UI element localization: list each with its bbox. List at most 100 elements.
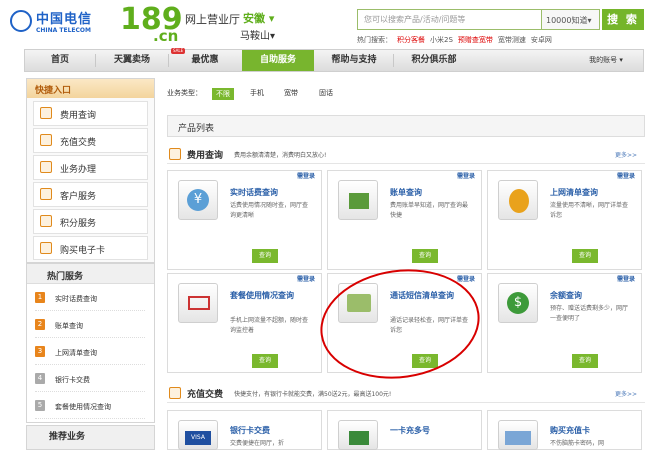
card-title[interactable]: 套餐使用情况查询 xyxy=(230,290,310,301)
cart-icon xyxy=(178,283,218,323)
card-title[interactable]: 银行卡交费 xyxy=(230,425,270,436)
quick-entry-title: 快捷入口 xyxy=(27,79,154,98)
quick-recharge[interactable]: 充值交费 xyxy=(33,128,148,153)
hot-services-title: 热门服务 xyxy=(27,264,154,284)
filter-option-mobile[interactable]: 手机 xyxy=(250,88,264,98)
quick-fee-query[interactable]: 费用查询 xyxy=(33,101,148,126)
quick-entry-panel: 快捷入口 费用查询 充值交费 业务办理 客户服务 积分服务 购买电子卡 xyxy=(26,78,155,263)
hot-service-label: 实时话费查询 xyxy=(55,295,97,303)
login-required: 需登录 xyxy=(296,276,315,283)
rank-5-icon: 5 xyxy=(35,400,45,411)
card-balance: $ 需登录 余额查询 预存、赠送话费剩多少，网厅一查便明了 查询 xyxy=(487,273,642,373)
quick-item-label: 购买电子卡 xyxy=(60,246,106,256)
section-title: 费用查询 xyxy=(187,151,224,161)
quick-item-label: 业务办理 xyxy=(60,165,97,175)
visa-card-icon: VISA xyxy=(178,420,218,450)
card-title[interactable]: 账单查询 xyxy=(390,187,422,198)
more-link[interactable]: 更多>> xyxy=(615,150,637,159)
recharge-section-header: 充值交费 快捷支付，有银行卡就能交费，满50送2元，最高送100元! 更多>> xyxy=(167,387,645,403)
card-desc: 预存、赠送话费剩多少，网厅一查便明了 xyxy=(550,305,629,322)
login-required: 需登录 xyxy=(456,276,475,283)
query-button[interactable]: 查询 xyxy=(252,249,278,263)
card-multi-number: 一卡充多号 xyxy=(327,410,482,450)
card-desc: 手机上网流量不超额，随时查询监控着 xyxy=(230,317,309,334)
card-desc: 交费便捷在网厅，折 xyxy=(230,440,285,447)
query-button[interactable]: 查询 xyxy=(412,249,438,263)
search-button[interactable]: 搜 索 xyxy=(602,9,644,30)
hot-service-item[interactable]: 4 银行卡交费 xyxy=(35,367,145,392)
rank-4-icon: 4 xyxy=(35,373,45,384)
card-bank-card-pay: VISA 银行卡交费 交费便捷在网厅，折 xyxy=(167,410,322,450)
card-title[interactable]: 一卡充多号 xyxy=(390,425,430,436)
quick-item-label: 充值交费 xyxy=(60,138,97,148)
card-desc: 费用账单早知道，网厅查询最快捷 xyxy=(390,202,469,219)
quick-item-label: 客户服务 xyxy=(60,192,97,202)
section-title: 充值交费 xyxy=(187,390,224,400)
nav-self-service[interactable]: 自助服务 xyxy=(242,50,314,71)
hot-service-label: 银行卡交费 xyxy=(55,376,90,384)
nav-home[interactable]: 首页 xyxy=(25,50,95,71)
quick-business[interactable]: 业务办理 xyxy=(33,155,148,180)
quick-customer-service[interactable]: 客户服务 xyxy=(33,182,148,207)
hot-service-item[interactable]: 1 实时话费查询 xyxy=(35,286,145,311)
hot-search-link[interactable]: 积分客餐 xyxy=(397,36,425,44)
more-link[interactable]: 更多>> xyxy=(615,389,637,398)
query-button[interactable]: 查询 xyxy=(572,249,598,263)
rank-1-icon: 1 xyxy=(35,292,45,303)
nav-help[interactable]: 帮助与支持 xyxy=(315,50,393,71)
city-selector[interactable]: 马鞍山▾ xyxy=(240,27,275,42)
query-button[interactable]: 查询 xyxy=(572,354,598,368)
logo-english-text: CHINA TELECOM xyxy=(36,27,91,34)
login-required: 需登录 xyxy=(296,173,315,180)
hot-service-item[interactable]: 2 账单查询 xyxy=(35,313,145,338)
card-title[interactable]: 上网清单查询 xyxy=(550,187,598,198)
search-scope-select[interactable]: 10000知道▾ xyxy=(542,9,600,30)
card-bill: 需登录 账单查询 费用账单早知道，网厅查询最快捷 查询 xyxy=(327,170,482,270)
filter-option-all[interactable]: 不限 xyxy=(212,88,234,100)
card-title[interactable]: 实时话费查询 xyxy=(230,187,278,198)
quick-buy-ecard[interactable]: 购买电子卡 xyxy=(33,236,148,260)
query-button[interactable]: 查询 xyxy=(252,354,278,368)
account-menu[interactable]: 我的账号 ▾ xyxy=(573,50,639,71)
bill-icon xyxy=(338,180,378,220)
card-package-usage: 需登录 套餐使用情况查询 手机上网流量不超额，随时查询监控着 查询 xyxy=(167,273,322,373)
fee-icon xyxy=(40,107,52,119)
business-icon xyxy=(40,161,52,173)
nav-deals[interactable]: 最优惠 xyxy=(169,50,241,71)
rank-3-icon: 3 xyxy=(35,346,45,357)
recharge-card-icon xyxy=(498,420,538,450)
filter-label: 业务类型： xyxy=(167,89,202,97)
card-realtime-fee: ¥ 需登录 实时话费查询 话费使用情况随时查，网厅查询更清晰 查询 xyxy=(167,170,322,270)
recharge-icon xyxy=(40,134,52,146)
filter-option-landline[interactable]: 固话 xyxy=(319,88,333,98)
recommend-title: 推荐业务 xyxy=(26,425,155,450)
nav-store[interactable]: 天翼卖场 xyxy=(96,50,168,71)
search-input[interactable]: 您可以搜索产品/活动/问题等 xyxy=(357,9,542,30)
recharge-section-icon xyxy=(169,387,181,399)
hot-search-label: 热门搜索： xyxy=(357,36,392,44)
quick-item-label: 积分服务 xyxy=(60,219,97,229)
fee-query-section-header: 费用查询 费用余额清清楚，消费明白又放心! 更多>> xyxy=(167,148,645,164)
hot-service-label: 上网清单查询 xyxy=(55,349,97,357)
card-title[interactable]: 购买充值卡 xyxy=(550,425,590,436)
hot-service-label: 套餐使用情况查询 xyxy=(55,403,111,411)
card-desc: 流量使用不清晰，网厅详单查诉您 xyxy=(550,202,629,219)
hot-search-link[interactable]: 宽带测速 xyxy=(498,36,526,44)
hot-service-item[interactable]: 5 套餐使用情况查询 xyxy=(35,394,145,419)
section-desc: 费用余额清清楚，消费明白又放心! xyxy=(234,152,327,159)
hot-search-link[interactable]: 预赠查宽带 xyxy=(458,36,493,44)
hot-search-link[interactable]: 小米2S xyxy=(430,36,453,44)
hall-title: 网上营业厅 xyxy=(185,13,240,26)
hot-service-item[interactable]: 3 上网清单查询 xyxy=(35,340,145,365)
fee-section-icon xyxy=(169,148,181,160)
card-desc: 话费使用情况随时查，网厅查询更清晰 xyxy=(230,202,309,219)
main-nav: 首页 天翼卖场 SALE 最优惠 自助服务 帮助与支持 积分俱乐部 我的账号 ▾ xyxy=(24,48,644,72)
hot-service-label: 账单查询 xyxy=(55,322,83,330)
quick-points[interactable]: 积分服务 xyxy=(33,209,148,234)
hot-search-link[interactable]: 安卓网 xyxy=(531,36,552,44)
province-selector[interactable]: 安徽 ▾ xyxy=(243,10,274,26)
card-title[interactable]: 余额查询 xyxy=(550,290,582,301)
rank-2-icon: 2 xyxy=(35,319,45,330)
filter-option-broadband[interactable]: 宽带 xyxy=(284,88,298,98)
nav-points[interactable]: 积分俱乐部 xyxy=(394,50,474,71)
